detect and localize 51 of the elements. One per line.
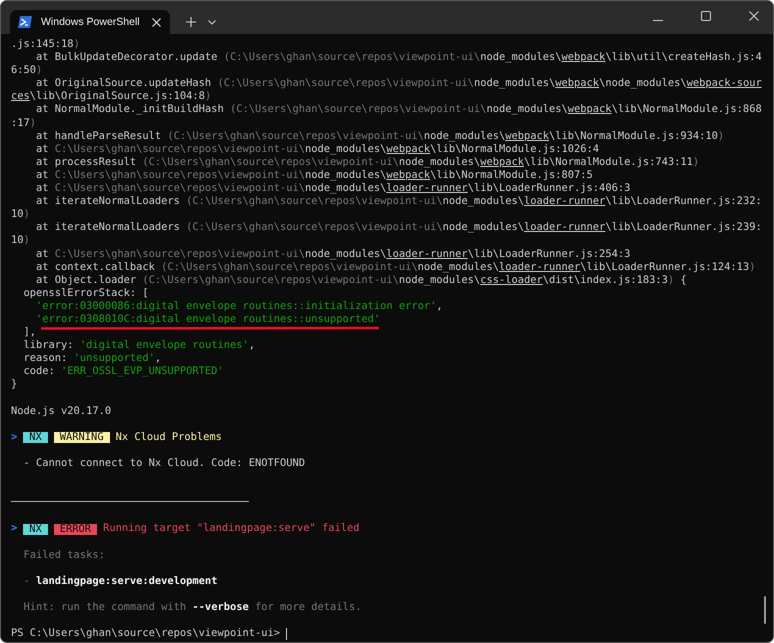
status-tag: ERROR [54,524,98,535]
output-line: - landingpage:serve:development [22,574,218,588]
output-line: at processResult (C:\Users\ghan\source\repos\viewpoint-ui\node_modules\webpack\lib\NormalModule.js:743:11) [35,156,700,169]
output-line: at iterateNormalLoaders (C:\Users\ghan\source\repos\viewpoint-ui\node_modules\loader-runner\lib\LoaderRunner.js:239: [35,221,762,234]
output-line: at C:\Users\ghan\source\repos\viewpoint-ui\node_modules\loader-runner\lib\LoaderRunner.js:406:3 [35,182,630,196]
status-tag: NX [23,432,48,443]
output-line: Failed tasks: [22,548,105,562]
output-line: at context.callback (C:\Users\ghan\source\repos\viewpoint-ui\node_modules\loader-runner\lib\LoaderRunner.js:124:13) [35,260,756,274]
status-message: Nx Cloud Problems [116,430,222,444]
output-line: Node.js v20.17.0 [11,404,112,418]
output-line: 10) [11,234,30,248]
powershell-icon [18,16,32,28]
chevron-down-icon[interactable] [208,20,216,25]
output-line: reason: 'unsupported', [22,352,162,366]
output-line: at Object.loader (C:\Users\ghan\source\repos\viewpoint-ui\node_modules\css-loader\dist\index.js:183:3) { [35,274,687,287]
output-line: at iterateNormalLoaders (C:\Users\ghan\source\repos\viewpoint-ui\node_modules\loader-runner\lib\LoaderRunner.js:232: [35,195,762,208]
output-line: at handleParseResult (C:\Users\ghan\source\repos\viewpoint-ui\node_modules\webpack\lib\NormalModule.js:934:10) [35,130,724,143]
prompt-arrow: > [11,430,18,444]
output-line: code: 'ERR_OSSL_EVP_UNSUPPORTED' [22,365,224,378]
output-line: at BulkUpdateDecorator.update (C:\Users\ghan\source\repos\viewpoint-ui\node_modules\webpack\lib\util\createHash.js:4 [35,51,762,64]
output-line: :17) [11,116,36,130]
output-line: 'error:03000086:digital envelope routines::initialization error', [35,300,443,313]
status-tag: WARNING [54,432,110,443]
text-cursor [286,628,288,640]
plus-icon[interactable] [186,17,196,27]
close-icon[interactable] [749,11,759,21]
output-line: } [11,378,18,392]
output-line: library: 'digital envelope routines', [22,339,255,352]
output-line: ces\lib\OriginalSource.js:104:8) [11,90,212,104]
output-line: 10) [11,208,30,222]
output-line: 6:50) [11,64,42,78]
output-line: ], [22,326,36,340]
scrollbar[interactable] [764,596,766,624]
status-tag: NX [23,524,48,535]
output-line: at C:\Users\ghan\source\repos\viewpoint-ui\node_modules\webpack\lib\NormalModule.js:1026:4 [35,142,600,156]
close-icon[interactable] [152,18,161,26]
output-line: Hint: run the command with --verbose for more details. [22,601,362,614]
output-line: at C:\Users\ghan\source\repos\viewpoint-ui\node_modules\webpack\lib\NormalModule.js:807:5 [35,168,593,182]
command-prompt[interactable]: PS C:\Users\ghan\source\repos\viewpoint-ui> [11,627,286,640]
status-message: Running target "landingpage:serve" failed [103,522,360,536]
output-line: at OriginalSource.updateHash (C:\Users\ghan\source\repos\viewpoint-ui\node_modules\webpack\node_modules\webpack-sour [35,77,762,90]
output-line: opensslErrorStack: [ [22,286,149,300]
output-line: .js:145:18) [11,38,80,52]
output-line: ────────────────────────────────────── [11,496,249,510]
output-line: 'error:0308010C:digital envelope routines::unsupported' [35,312,380,326]
prompt-arrow: > [11,522,18,536]
output-line: at C:\Users\ghan\source\repos\viewpoint-ui\node_modules\loader-runner\lib\LoaderRunner.js:254:3 [35,248,630,261]
maximize-icon[interactable] [701,11,711,21]
output-line: at NormalModule._initBuildHash (C:\Users\ghan\source\repos\viewpoint-ui\node_modules\webpack\lib\NormalModule.js:868 [35,103,762,117]
terminal-tab[interactable]: Windows PowerShell [10,10,170,34]
output-line: - Cannot connect to Nx Cloud. Code: ENOTFOUND [22,457,306,470]
